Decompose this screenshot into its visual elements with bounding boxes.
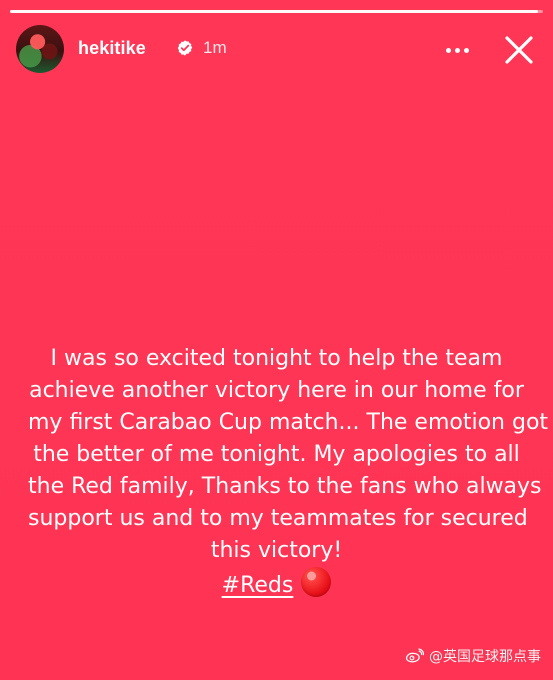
watermark: @英国足球那点事 (403, 642, 541, 670)
profile-avatar[interactable] (16, 25, 64, 73)
more-dot (454, 47, 460, 53)
red-circle-emoji (301, 567, 332, 597)
more-options-button[interactable] (443, 36, 471, 64)
more-dot (445, 47, 451, 53)
verified-badge-icon (177, 40, 193, 56)
story-progress-fill (10, 10, 538, 13)
username[interactable]: hekitike (78, 37, 146, 59)
story-header: hekitike 1m (16, 24, 537, 74)
caption-line: my first Carabao Cup match... The emotio… (28, 410, 549, 435)
more-dot (463, 47, 469, 53)
hashtag-row: #Reds (28, 567, 525, 602)
story-view: hekitike 1m I was so excited tonight to … (0, 0, 553, 680)
story-caption: I was so excited tonight to help the tea… (28, 343, 549, 602)
watermark-text: @英国足球那点事 (429, 649, 541, 665)
caption-line: this victory! (210, 538, 343, 563)
caption-line: I was so excited tonight to help the tea… (50, 346, 503, 371)
weibo-icon (405, 648, 425, 663)
story-progress-bar (10, 10, 543, 13)
hashtag-link[interactable]: #Reds (222, 570, 294, 602)
caption-line: achieve another victory here in our home… (29, 378, 524, 403)
caption-line: the better of me tonight. My apologies t… (33, 442, 520, 467)
post-time: 1m (203, 38, 227, 57)
caption-line: support us and to my teammates for secur… (28, 506, 528, 531)
close-icon[interactable] (501, 32, 537, 68)
caption-line: the Red family, Thanks to the fans who a… (28, 474, 542, 499)
